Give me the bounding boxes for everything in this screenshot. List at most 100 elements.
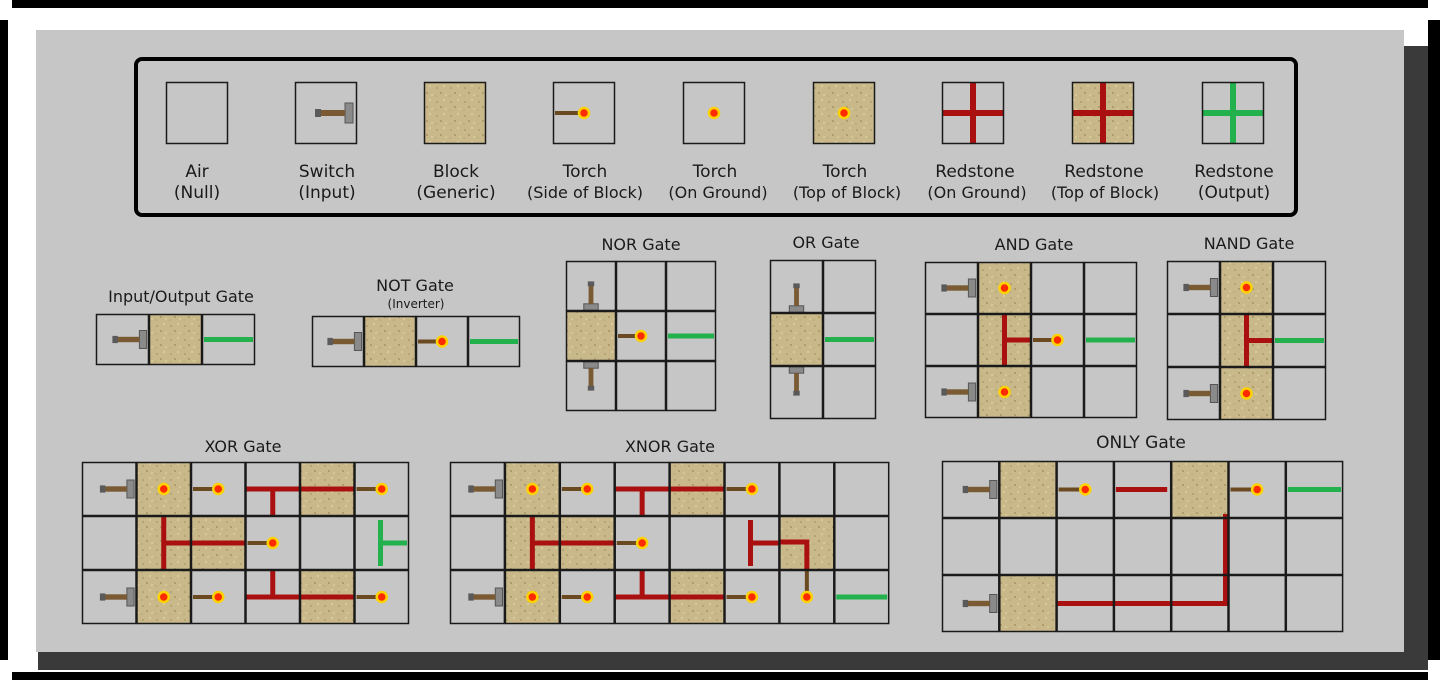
xnor-gate <box>449 461 890 625</box>
switch-handle <box>794 286 799 306</box>
only-gate <box>941 460 1344 633</box>
torch-icon <box>1250 483 1264 496</box>
grid-cell <box>1228 574 1287 633</box>
block-tile <box>149 314 202 365</box>
grid-cell <box>822 365 877 420</box>
torch-icon <box>1051 333 1064 347</box>
grid-cell <box>1030 261 1085 315</box>
switch-base <box>126 587 135 607</box>
torch-icon <box>526 590 539 604</box>
torch-icon <box>577 106 591 120</box>
grid-cell <box>615 260 667 312</box>
switch-handle <box>103 486 127 492</box>
grid-cell <box>665 360 717 412</box>
gate-title-only: ONLY Gate <box>1096 433 1186 453</box>
switch-icon <box>962 594 998 613</box>
switch-base <box>494 479 503 499</box>
grid-cell <box>1083 365 1138 419</box>
switch-handle <box>1187 390 1211 397</box>
grid-cell <box>1113 517 1172 576</box>
switch-handle <box>103 594 127 600</box>
legend-name: Torch <box>562 162 608 182</box>
switch-knob <box>962 485 969 494</box>
switch-knob <box>327 337 333 346</box>
and-gate <box>924 261 1138 419</box>
gate-title-or: OR Gate <box>792 233 859 252</box>
switch-base <box>344 102 354 124</box>
switch-handle <box>319 110 345 116</box>
switch-icon <box>315 102 354 124</box>
torch-icon <box>375 590 388 604</box>
nor-gate <box>565 260 717 412</box>
grid-cell <box>924 313 979 367</box>
switch-icon <box>583 361 599 391</box>
switch-base <box>989 480 998 499</box>
torch-icon <box>634 329 648 343</box>
legend-item-redstone-ground <box>941 81 1005 145</box>
switch-knob <box>468 485 474 493</box>
grid-cell <box>1170 517 1229 576</box>
switch-knob <box>112 335 118 344</box>
grid-cell <box>299 515 355 571</box>
grid-cell <box>999 517 1057 576</box>
gate-title-and: AND Gate <box>995 235 1074 254</box>
legend-item-redstone-output <box>1201 81 1265 145</box>
torch-icon <box>266 536 279 550</box>
gate-title-nand: NAND Gate <box>1204 234 1295 253</box>
legend-sub: (Top of Block) <box>1051 183 1159 202</box>
legend-name: Torch <box>692 162 738 182</box>
switch-knob <box>587 281 595 287</box>
switch-base <box>494 587 503 607</box>
torch-icon <box>635 536 649 550</box>
legend-item-torch-ground <box>682 81 746 145</box>
io-gate <box>95 313 256 366</box>
switch-base <box>788 366 805 374</box>
legend-name: Redstone <box>935 162 1014 182</box>
switch-base <box>1209 278 1219 297</box>
grid-cell <box>941 517 1000 576</box>
grid-cell <box>834 461 890 517</box>
grid-cell <box>1083 261 1138 315</box>
not-gate <box>311 315 521 368</box>
switch-base <box>126 479 135 499</box>
switch-handle <box>471 486 496 492</box>
legend-sub: (On Ground) <box>668 183 767 202</box>
switch-icon <box>468 479 503 499</box>
switch-base <box>1209 384 1219 403</box>
switch-knob <box>99 485 106 493</box>
torch-icon <box>998 281 1011 295</box>
grid-cell <box>822 259 877 314</box>
block-tile <box>424 82 486 144</box>
switch-icon <box>788 366 805 396</box>
legend-name: Switch <box>299 162 355 182</box>
switch-icon <box>1183 384 1219 403</box>
block-tile <box>364 316 416 367</box>
switch-knob <box>468 593 474 601</box>
gate-subtitle-not: (Inverter) <box>388 297 445 311</box>
switch-handle <box>588 368 594 388</box>
legend-name: Redstone <box>1194 162 1273 182</box>
torch-icon <box>1079 483 1092 496</box>
gate-title-xor: XOR Gate <box>204 437 281 456</box>
switch-knob <box>99 593 106 601</box>
grid-cell <box>1030 365 1085 419</box>
legend-item-air <box>165 81 229 145</box>
switch-knob <box>793 390 800 396</box>
switch-icon <box>788 283 805 313</box>
switch-knob <box>1183 389 1189 398</box>
logic-gates-diagram: Air (Null) Switch (Input) Block (Generic… <box>81 81 1344 633</box>
switch-icon <box>468 587 503 607</box>
switch-handle <box>945 389 969 395</box>
grid-cell <box>615 360 667 412</box>
legend-item-torch-top <box>812 81 876 145</box>
switch-base <box>788 305 805 313</box>
torch-icon <box>526 482 539 496</box>
grid-cell <box>834 515 890 571</box>
switch-handle <box>945 285 969 291</box>
switch-handle <box>331 338 355 345</box>
torch-icon <box>212 590 225 604</box>
switch-icon <box>962 480 998 499</box>
xor-gate <box>81 461 410 625</box>
legend-item-torch-side <box>552 81 616 145</box>
legend-sub: (On Ground) <box>927 183 1026 202</box>
